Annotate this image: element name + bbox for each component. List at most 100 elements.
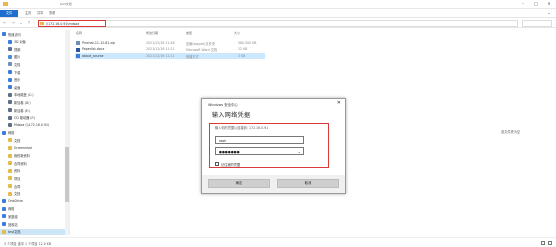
- sidebar-item[interactable]: 文档: [0, 137, 68, 143]
- sidebar-item[interactable]: 3D 对象: [0, 39, 68, 45]
- sidebar-item[interactable]: 音乐: [0, 77, 68, 83]
- file-name: Pinchat-11-12-81.zip: [82, 40, 115, 45]
- sidebar-item-label: 视频: [14, 47, 21, 52]
- sidebar-item-icon: [8, 123, 12, 128]
- sidebar-item[interactable]: 回收站: [0, 221, 68, 227]
- sidebar-scroll-thumb[interactable]: [65, 147, 69, 202]
- sidebar-item[interactable]: Screenshot: [0, 145, 68, 151]
- sidebar-item[interactable]: OneDrive: [0, 198, 68, 204]
- up-button[interactable]: ↑: [26, 20, 32, 26]
- sidebar-item-label: OneDrive: [8, 198, 23, 203]
- sidebar-item[interactable]: 网络: [0, 130, 68, 136]
- sidebar-item-label: 文档: [14, 192, 21, 197]
- forward-button[interactable]: →: [10, 20, 16, 26]
- back-button[interactable]: ←: [2, 20, 8, 26]
- recent-dropdown-icon[interactable]: ⌄: [18, 20, 24, 26]
- remember-checkbox[interactable]: [215, 162, 219, 166]
- sidebar-item-label: 网络: [8, 207, 15, 212]
- sidebar-item-icon: [8, 100, 12, 105]
- window-titlebar: test文档 – □ ✕: [0, 0, 556, 9]
- sidebar-scrollbar[interactable]: [65, 30, 69, 235]
- file-row[interactable]: Paperlist.docx 2021/12/16 11:11 Microsoft …: [75, 47, 265, 53]
- sidebar-item-icon: [8, 47, 12, 52]
- sidebar-item-label: 项目: [14, 176, 21, 181]
- window-title: test文档: [60, 2, 72, 6]
- cancel-button[interactable]: 取消: [277, 179, 339, 188]
- sidebar-item[interactable]: 视频: [0, 46, 68, 52]
- sidebar-item-icon: [2, 229, 6, 234]
- file-type: 压缩(zipped)文件夹: [186, 41, 216, 46]
- sidebar-item-icon: [8, 176, 12, 181]
- dialog-title: 输入网络凭据: [212, 112, 251, 119]
- address-bar[interactable]: \\172.16.0.91\mdsoa: [38, 20, 106, 27]
- column-header-name[interactable]: 名称: [76, 31, 82, 35]
- sidebar-item[interactable]: 本地磁盘 (C:): [0, 92, 68, 98]
- file-date: 2021/12/16 11:11: [146, 47, 175, 51]
- file-date: 2021/12/16 11:48: [146, 40, 175, 45]
- status-text: 3 个项目 选中 1 个项目 12.0 KB: [4, 242, 52, 246]
- reveal-password-icon[interactable]: ⌄: [298, 148, 301, 155]
- sidebar-item[interactable]: 网络: [0, 206, 68, 212]
- sidebar-item[interactable]: 文档: [0, 61, 68, 67]
- tab-share[interactable]: 共享: [34, 10, 46, 17]
- sidebar-item[interactable]: 项目: [0, 175, 68, 181]
- sidebar-item[interactable]: 文档: [0, 191, 68, 197]
- file-icon: [76, 47, 80, 52]
- column-header-type[interactable]: 类型: [186, 31, 192, 35]
- sidebar-item[interactable]: 家庭组: [0, 213, 68, 219]
- file-name: about_course: [82, 53, 104, 58]
- sidebar-item[interactable]: 合同资料: [0, 160, 68, 166]
- sidebar-item-icon: [8, 54, 12, 59]
- credentials-dialog: Windows 安全中心 ✕ 输入网络凭据 输入你的凭据以连接到: 172.16…: [201, 98, 346, 194]
- minimize-button[interactable]: –: [518, 1, 528, 7]
- tab-file[interactable]: 文件: [0, 10, 18, 17]
- sidebar-item[interactable]: 新加卷 (D:): [0, 99, 68, 105]
- password-field[interactable]: ●●●●●●● ⌄: [215, 147, 304, 155]
- ribbon-expand-icon[interactable]: ⌄: [544, 10, 554, 16]
- sidebar-item[interactable]: 合同: [0, 183, 68, 189]
- file-row[interactable]: about_course 2021/12/16 11:11 快捷方式 3 KB: [75, 53, 265, 59]
- sidebar-item-label: 网络: [8, 131, 15, 136]
- address-bar-extension[interactable]: [106, 20, 518, 27]
- sidebar-item-label: 文档: [14, 62, 21, 67]
- close-button[interactable]: ✕: [544, 1, 554, 7]
- sidebar-item[interactable]: 资料: [0, 168, 68, 174]
- navigation-pane: 快速访问 3D 对象 视频 图片 文档 下载 音乐 桌面 本地磁盘 (C:) 新加卷 (D:) 新加…: [0, 30, 70, 235]
- sidebar-item-icon: [2, 214, 6, 219]
- tab-view[interactable]: 查看: [46, 10, 58, 17]
- sidebar-item[interactable]: 快速访问: [0, 31, 68, 37]
- sidebar-item-label: 图片: [14, 55, 21, 60]
- dialog-close-button[interactable]: ✕: [337, 101, 341, 106]
- file-size: 3 KB: [238, 53, 246, 58]
- sidebar-item-icon: [2, 130, 6, 135]
- sidebar-item[interactable]: 图片: [0, 54, 68, 60]
- column-header-date[interactable]: 修改日期: [146, 31, 158, 35]
- tiles-view-icon[interactable]: [548, 241, 552, 245]
- empty-hint: 该文件夹为空: [501, 130, 521, 134]
- sidebar-item-label: 资料: [14, 169, 21, 174]
- sidebar-item-icon: [2, 222, 6, 226]
- dialog-caption: Windows 安全中心: [208, 103, 238, 107]
- ok-button[interactable]: 确定: [208, 179, 270, 188]
- sidebar-item[interactable]: 我的新资料: [0, 153, 68, 159]
- sidebar-item[interactable]: 桌面: [0, 84, 68, 90]
- file-row[interactable]: Pinchat-11-12-81.zip 2021/12/16 11:48 压缩(z…: [75, 40, 265, 46]
- sidebar-item-label: Mdsoa (\\172.16.0.91): [14, 122, 50, 127]
- sidebar-item-icon: [2, 206, 6, 211]
- sidebar-item-label: 快速访问: [8, 32, 21, 37]
- sidebar-item-label: CD 驱动器 (F:): [14, 116, 36, 121]
- sidebar-item[interactable]: 下载: [0, 69, 68, 75]
- sidebar-item-icon: [8, 161, 12, 166]
- sidebar-item-label: 新加卷 (D:): [14, 100, 31, 105]
- maximize-button[interactable]: □: [531, 1, 541, 7]
- sidebar-item-label: 合同资料: [14, 161, 27, 166]
- details-view-icon[interactable]: [541, 241, 545, 245]
- tab-home[interactable]: 主页: [22, 10, 34, 17]
- sidebar-item[interactable]: CD 驱动器 (F:): [0, 115, 68, 121]
- sidebar-item[interactable]: Mdsoa (\\172.16.0.91): [0, 122, 68, 128]
- column-header-size[interactable]: 大小: [234, 31, 240, 35]
- sidebar-item[interactable]: 新加卷 (E:): [0, 107, 68, 113]
- search-input[interactable]: [522, 20, 552, 27]
- username-field[interactable]: root: [215, 136, 304, 144]
- sidebar-item[interactable]: test文档: [0, 228, 68, 235]
